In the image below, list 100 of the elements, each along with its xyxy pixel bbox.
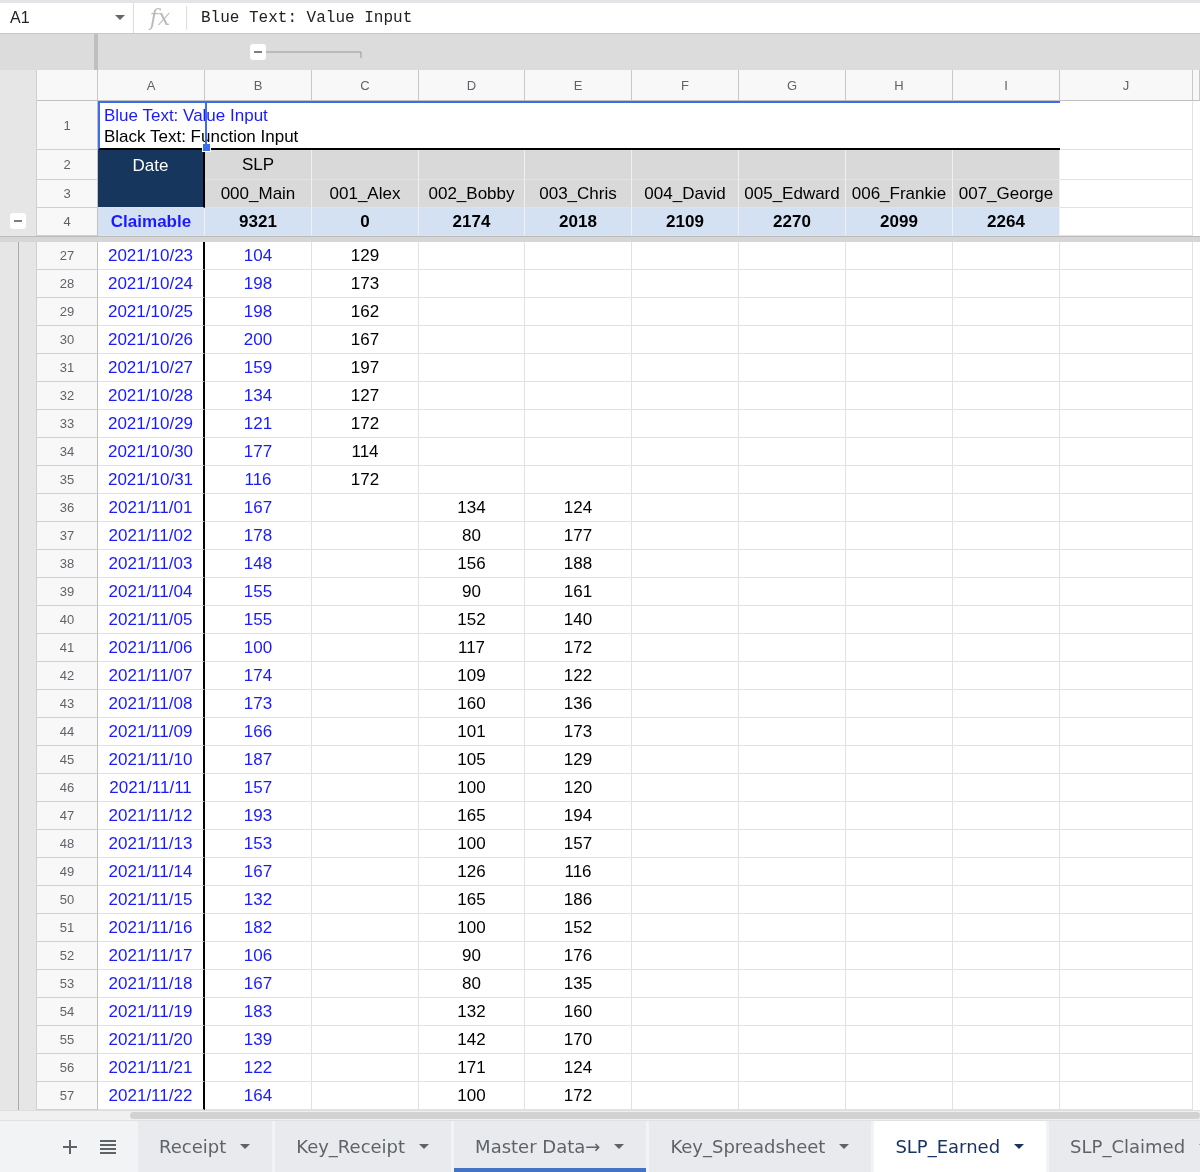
horizontal-scrollbar[interactable] [130,1112,1200,1119]
dropdown-caret-icon [419,1143,430,1150]
table-cell: 173 [205,690,312,718]
date-cell: 2021/11/11 [98,774,205,802]
date-cell: 2021/11/06 [98,634,205,662]
sheet-tab[interactable]: SLP_Earned [874,1121,1047,1172]
row-header[interactable]: 51 [37,914,98,942]
dropdown-caret-icon [1014,1143,1025,1150]
row-header[interactable]: 45 [37,746,98,774]
dropdown-caret-icon [614,1143,625,1150]
table-cell: 170 [525,1026,632,1054]
row-header[interactable]: 33 [37,410,98,438]
row-header[interactable]: 32 [37,382,98,410]
row-header[interactable]: 30 [37,326,98,354]
header-cell: 001_Alex [312,180,419,208]
row-header[interactable]: 37 [37,522,98,550]
dropdown-caret-icon [240,1143,251,1150]
row-header[interactable]: 54 [37,998,98,1026]
row-header[interactable]: 31 [37,354,98,382]
table-cell: 124 [525,494,632,522]
row-header[interactable]: 50 [37,886,98,914]
table-cell: 194 [525,802,632,830]
row-header[interactable]: 35 [37,466,98,494]
table-cell: 167 [205,858,312,886]
dropdown-caret-icon [115,15,125,21]
column-header [37,70,98,101]
table-cell: 161 [525,578,632,606]
column-header[interactable]: B [205,70,312,101]
row-header[interactable]: 56 [37,1054,98,1082]
total-cell: 9321 [205,208,312,236]
column-header[interactable]: G [739,70,846,101]
date-cell: 2021/11/16 [98,914,205,942]
row-header[interactable]: 34 [37,438,98,466]
row-header[interactable]: 4 [37,208,98,236]
total-cell: 2109 [632,208,739,236]
row-header[interactable]: 52 [37,942,98,970]
table-cell: 186 [525,886,632,914]
date-cell: 2021/11/17 [98,942,205,970]
table-cell: 176 [525,942,632,970]
date-cell: 2021/10/30 [98,438,205,466]
sheet-tab[interactable]: Key_Receipt [275,1121,452,1172]
row-header[interactable]: 48 [37,830,98,858]
table-cell: 157 [205,774,312,802]
row-header[interactable]: 29 [37,298,98,326]
table-cell: 173 [312,270,419,298]
table-cell: 172 [312,466,419,494]
table-cell: 177 [205,438,312,466]
table-cell: 129 [312,242,419,270]
row-header[interactable]: 39 [37,578,98,606]
row-header[interactable]: 27 [37,242,98,270]
date-cell: 2021/11/14 [98,858,205,886]
table-cell: 159 [205,354,312,382]
table-cell: 172 [312,410,419,438]
table-cell: 117 [419,634,525,662]
table-cell: 142 [419,1026,525,1054]
add-sheet-icon[interactable] [62,1138,78,1155]
table-cell: 100 [205,634,312,662]
table-cell: 109 [419,662,525,690]
date-cell: 2021/11/20 [98,1026,205,1054]
column-header[interactable]: A [98,70,205,101]
row-header[interactable]: 3 [37,180,98,208]
column-header[interactable]: E [525,70,632,101]
row-header[interactable]: 2 [37,150,98,180]
sheet-list-icon[interactable] [100,1139,116,1154]
table-cell: 167 [205,970,312,998]
table-cell: 100 [419,914,525,942]
collapse-rows-icon[interactable] [10,213,26,229]
cell-reference-field[interactable]: A1 [0,3,134,33]
total-cell: 2270 [739,208,846,236]
row-header[interactable]: 42 [37,662,98,690]
row-header[interactable]: 38 [37,550,98,578]
row-header[interactable]: 46 [37,774,98,802]
column-header[interactable]: D [419,70,525,101]
row-header[interactable]: 55 [37,1026,98,1054]
table-cell: 152 [419,606,525,634]
column-header[interactable]: H [846,70,953,101]
sheet-tab[interactable]: Key_Spreadsheet [649,1121,872,1172]
sheet-tab[interactable]: SLP_Claimed [1049,1121,1200,1172]
row-header[interactable]: 41 [37,634,98,662]
column-header[interactable]: J [1060,70,1193,101]
row-header[interactable]: 44 [37,718,98,746]
row-header[interactable]: 36 [37,494,98,522]
date-cell: 2021/11/12 [98,802,205,830]
formula-input-field[interactable]: Blue Text: Value Input [187,9,1200,27]
row-header[interactable]: 43 [37,690,98,718]
table-cell: 80 [419,970,525,998]
row-header[interactable]: 53 [37,970,98,998]
row-header[interactable]: 49 [37,858,98,886]
row-header[interactable]: 57 [37,1082,98,1110]
column-header[interactable]: I [953,70,1060,101]
row-header[interactable]: 1 [37,101,98,150]
sheet-tab[interactable]: Master Data→ [454,1121,647,1172]
row-header[interactable]: 47 [37,802,98,830]
table-cell: 120 [525,774,632,802]
date-cell: 2021/10/27 [98,354,205,382]
row-header[interactable]: 40 [37,606,98,634]
sheet-tab[interactable]: Receipt [138,1121,273,1172]
column-header[interactable]: F [632,70,739,101]
row-header[interactable]: 28 [37,270,98,298]
column-header[interactable]: C [312,70,419,101]
